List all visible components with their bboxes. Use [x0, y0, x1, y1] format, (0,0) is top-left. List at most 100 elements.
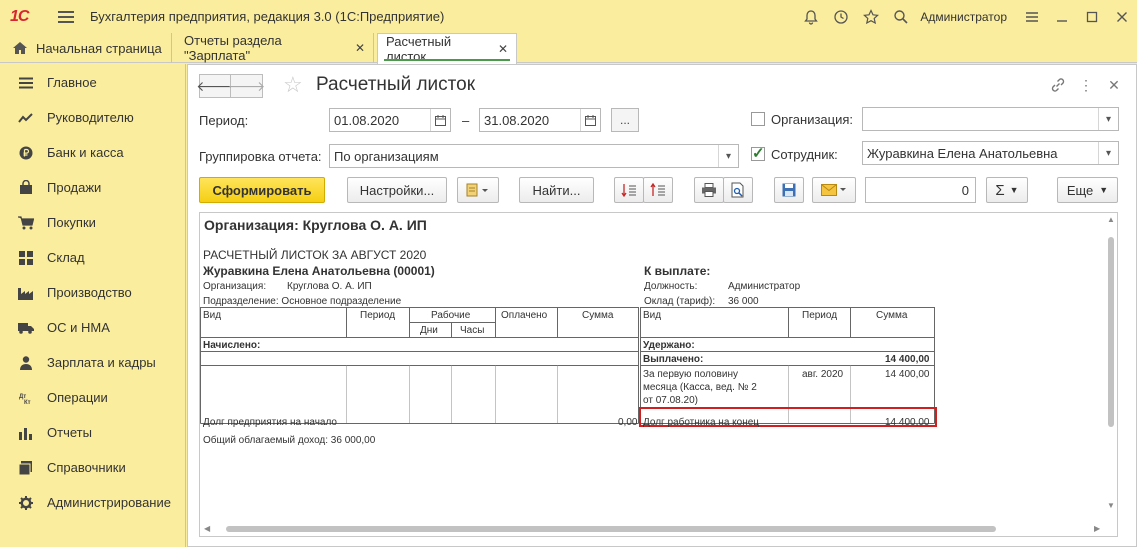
- maximize-icon[interactable]: [1077, 0, 1107, 33]
- collapse-groups-icon: [650, 183, 665, 196]
- tab-label: Отчеты раздела "Зарплата": [184, 33, 282, 63]
- sidebar-item-reports[interactable]: Отчеты: [0, 415, 186, 450]
- report-org-value: Круглова О. А. ИП: [287, 281, 372, 292]
- debt-start-label: Долг предприятия на начало: [203, 417, 337, 428]
- sidebar-item-catalogs[interactable]: Справочники: [0, 450, 186, 485]
- sidebar-item-purchases[interactable]: Покупки: [0, 205, 186, 240]
- sidebar-item-operations[interactable]: Дт Кт Операции: [0, 380, 186, 415]
- sidebar-item-administration[interactable]: Администрирование: [0, 485, 186, 520]
- settings-button[interactable]: Настройки...: [347, 177, 447, 203]
- col-header-type: Вид: [203, 310, 222, 321]
- favorite-star-icon[interactable]: ☆: [283, 72, 303, 98]
- organization-checkbox[interactable]: [751, 112, 765, 126]
- organization-field[interactable]: ▾: [862, 107, 1119, 131]
- search-icon[interactable]: [886, 0, 916, 33]
- factory-icon: [18, 285, 34, 301]
- date-to-value: 31.08.2020: [484, 112, 550, 128]
- col-header-hours: Часы: [460, 325, 485, 336]
- more-label: Еще: [1066, 182, 1094, 198]
- scroll-down-icon[interactable]: ▼: [1107, 501, 1115, 510]
- chevron-down-icon[interactable]: ▾: [718, 145, 738, 167]
- employee-checkbox[interactable]: [751, 144, 765, 162]
- app-logo[interactable]: 1С: [10, 8, 38, 26]
- report-variant-icon: [466, 183, 488, 197]
- tab-salary-reports[interactable]: Отчеты раздела "Зарплата" ✕: [176, 33, 374, 63]
- chevron-down-icon[interactable]: ▾: [1098, 108, 1118, 130]
- link-icon[interactable]: [1044, 73, 1072, 97]
- date-to-field[interactable]: 31.08.2020: [479, 108, 601, 132]
- title-bar: 1С Бухгалтерия предприятия, редакция 3.0…: [0, 0, 1137, 33]
- more-button[interactable]: Еще ▼: [1057, 177, 1118, 203]
- withheld-section: Удержано:: [643, 340, 695, 351]
- print-button[interactable]: [694, 177, 724, 203]
- horizontal-scrollbar[interactable]: ◀ ▶: [204, 524, 1106, 533]
- home-icon: [13, 42, 27, 54]
- print-preview-button[interactable]: [723, 177, 753, 203]
- sidebar-item-label: Главное: [47, 75, 97, 90]
- close-form-icon[interactable]: ✕: [1100, 73, 1128, 97]
- bell-icon[interactable]: [796, 0, 826, 33]
- scroll-left-icon[interactable]: ◀: [204, 524, 210, 533]
- settings-menu-icon[interactable]: [1017, 0, 1047, 33]
- close-window-icon[interactable]: [1107, 0, 1137, 33]
- sum-mode-button[interactable]: Σ ▼: [986, 177, 1028, 203]
- vertical-scroll-thumb[interactable]: [1108, 237, 1114, 427]
- forward-button[interactable]: 🡒: [228, 74, 265, 98]
- back-button[interactable]: 🡐: [196, 74, 234, 98]
- tab-home[interactable]: Начальная страница: [0, 33, 172, 63]
- taxable-income: Общий облагаемый доход: 36 000,00: [203, 435, 376, 446]
- sidebar-item-main[interactable]: Главное: [0, 65, 186, 100]
- expand-all-button[interactable]: [614, 177, 644, 203]
- col-header-paid: Оплачено: [501, 310, 548, 321]
- period-select-button[interactable]: ...: [611, 108, 639, 132]
- save-button[interactable]: [774, 177, 804, 203]
- horizontal-scroll-thumb[interactable]: [226, 526, 996, 532]
- sidebar: Главное Руководителю Банк и касса Продаж…: [0, 64, 186, 547]
- tab-payslip[interactable]: Расчетный листок ✕: [377, 33, 517, 64]
- user-name[interactable]: Администратор: [920, 10, 1007, 24]
- close-tab-icon[interactable]: ✕: [498, 42, 508, 56]
- calendar-icon[interactable]: [430, 109, 450, 131]
- variants-button[interactable]: [457, 177, 499, 203]
- chevron-down-icon[interactable]: ▾: [1098, 142, 1118, 164]
- calendar-icon[interactable]: [580, 109, 600, 131]
- send-email-button[interactable]: [812, 177, 856, 203]
- employee-field[interactable]: Журавкина Елена Анатольевна ▾: [862, 141, 1119, 165]
- sidebar-item-label: Отчеты: [47, 425, 92, 440]
- printer-icon: [702, 183, 716, 197]
- history-icon[interactable]: [826, 0, 856, 33]
- sidebar-item-salary-hr[interactable]: Зарплата и кадры: [0, 345, 186, 380]
- report-salary-value: 36 000: [728, 296, 759, 307]
- grouping-select[interactable]: По организациям ▾: [329, 144, 739, 168]
- favorites-star-icon[interactable]: [856, 0, 886, 33]
- tab-label: Расчетный листок: [386, 34, 452, 64]
- report-position-value: Администратор: [728, 281, 801, 292]
- minimize-icon[interactable]: [1047, 0, 1077, 33]
- sidebar-item-bank[interactable]: Банк и касса: [0, 135, 186, 170]
- collapse-all-button[interactable]: [643, 177, 673, 203]
- sidebar-item-director[interactable]: Руководителю: [0, 100, 186, 135]
- report-spreadsheet[interactable]: Организация: Круглова О. А. ИП РАСЧЕТНЫЙ…: [199, 212, 1118, 537]
- sidebar-item-label: Руководителю: [47, 110, 134, 125]
- payment-period: авг. 2020: [802, 369, 844, 380]
- selected-sum-field[interactable]: 0: [865, 177, 976, 203]
- vertical-scrollbar[interactable]: ▲ ▼: [1107, 215, 1115, 521]
- sidebar-item-warehouse[interactable]: Склад: [0, 240, 186, 275]
- grouping-value: По организациям: [334, 148, 439, 164]
- main-menu-icon[interactable]: [58, 10, 74, 23]
- sidebar-item-production[interactable]: Производство: [0, 275, 186, 310]
- find-button[interactable]: Найти...: [519, 177, 594, 203]
- report-org-key: Организация:: [203, 281, 267, 292]
- generate-button[interactable]: Сформировать: [199, 177, 325, 203]
- sidebar-item-label: Зарплата и кадры: [47, 355, 156, 370]
- more-vertical-icon[interactable]: ⋮: [1072, 73, 1100, 97]
- sidebar-item-fixed-assets[interactable]: ОС и НМА: [0, 310, 186, 345]
- date-from-value: 01.08.2020: [334, 112, 400, 128]
- date-from-field[interactable]: 01.08.2020: [329, 108, 451, 132]
- selected-sum-value: 0: [961, 182, 969, 198]
- scroll-up-icon[interactable]: ▲: [1107, 215, 1115, 224]
- close-tab-icon[interactable]: ✕: [355, 41, 365, 55]
- books-icon: [18, 460, 34, 476]
- scroll-right-icon[interactable]: ▶: [1094, 524, 1100, 533]
- sidebar-item-sales[interactable]: Продажи: [0, 170, 186, 205]
